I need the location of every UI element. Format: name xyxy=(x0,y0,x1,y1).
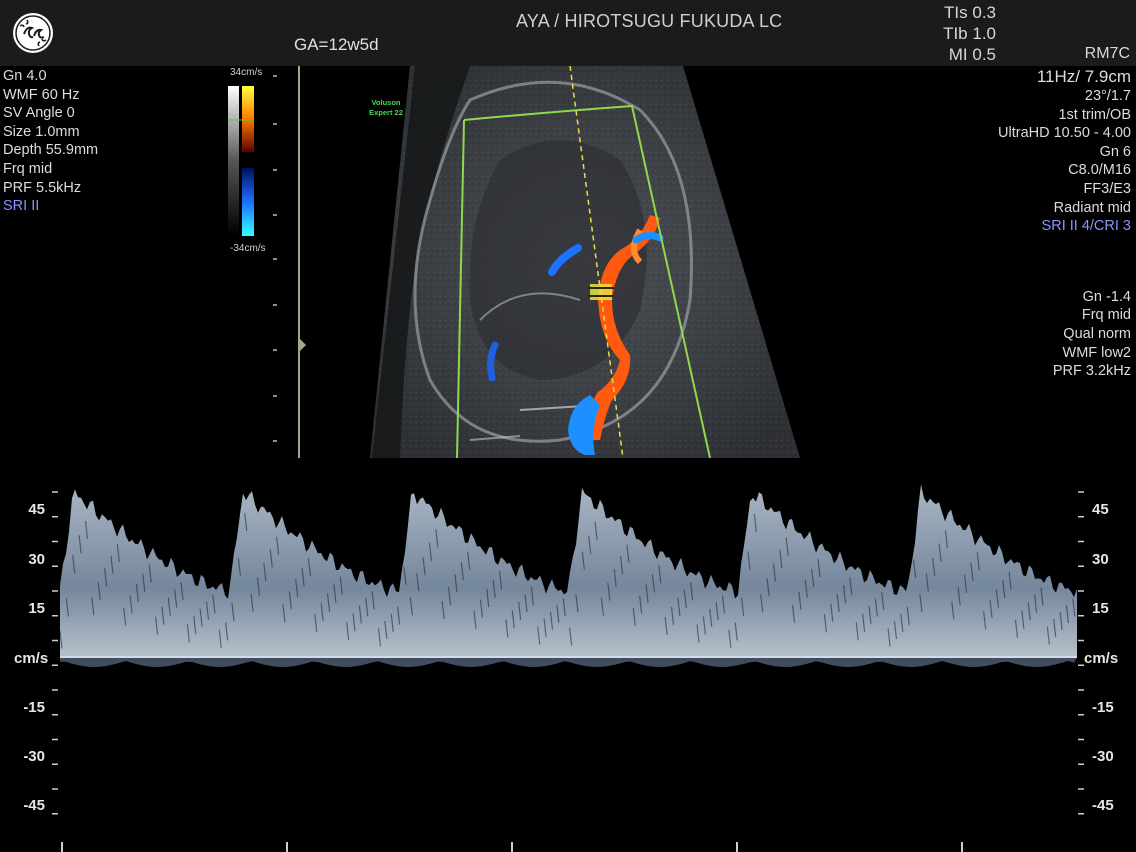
velocity-unit-left: cm/s xyxy=(14,650,49,667)
velocity-label-left: 15 xyxy=(28,600,45,617)
gray-map-bar xyxy=(228,86,239,236)
time-scale-ticks xyxy=(61,842,963,852)
ultrasound-display xyxy=(52,65,1084,852)
depth-scale xyxy=(273,75,277,442)
velocity-label-right: 45 xyxy=(1092,501,1109,518)
velocity-label-right: -15 xyxy=(1092,699,1114,716)
sample-volume-gate xyxy=(588,284,614,300)
velocity-label-left: -45 xyxy=(23,797,45,814)
color-map-positive xyxy=(242,86,254,152)
velocity-label-right: -45 xyxy=(1092,797,1114,814)
velocity-label-left: 45 xyxy=(28,501,45,518)
velocity-unit-right: cm/s xyxy=(1084,650,1119,667)
velocity-label-left: 30 xyxy=(28,551,45,568)
velocity-label-left: -15 xyxy=(23,699,45,716)
velocity-label-left: -30 xyxy=(23,748,45,765)
spectral-negative-wisps xyxy=(60,657,1077,667)
velocity-label-right: 30 xyxy=(1092,551,1109,568)
color-velocity-scale xyxy=(228,86,254,236)
velocity-label-right: -30 xyxy=(1092,748,1114,765)
focus-marker-icon xyxy=(300,339,306,351)
color-map-negative xyxy=(242,168,254,236)
velocity-label-right: 15 xyxy=(1092,600,1109,617)
spectral-envelope xyxy=(60,484,1077,657)
spectral-doppler-waveform xyxy=(59,484,1077,667)
